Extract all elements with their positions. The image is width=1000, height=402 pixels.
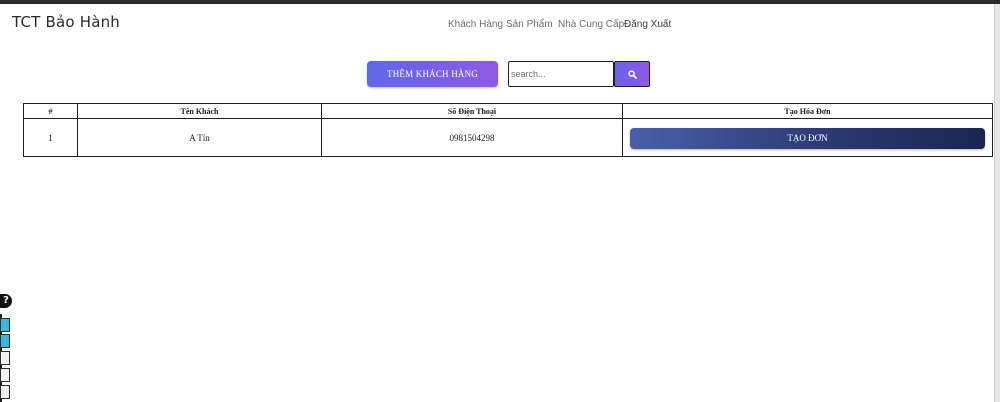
- nav-item-suppliers[interactable]: Nhà Cung Cấp: [558, 19, 624, 30]
- search-icon: [627, 69, 637, 79]
- column-header-invoice: Tạo Hóa Đơn: [622, 103, 993, 119]
- eye-icon[interactable]: [0, 318, 10, 332]
- cell-action: TẠO ĐƠN: [622, 118, 993, 157]
- brand-title[interactable]: TCT Bảo Hành: [12, 13, 120, 31]
- cell-phone: 0981504298: [321, 118, 623, 157]
- browser-top-strip: [0, 0, 1000, 4]
- cell-customer-name: A Tín: [77, 118, 322, 157]
- nav-item-products[interactable]: Sản Phẩm: [506, 19, 553, 30]
- column-header-index: #: [23, 103, 78, 119]
- eraser-icon[interactable]: [0, 385, 10, 399]
- create-invoice-button[interactable]: TẠO ĐƠN: [630, 127, 985, 149]
- add-customer-button[interactable]: THÊM KHÁCH HÀNG: [367, 61, 498, 87]
- nav-item-customers[interactable]: Khách Hàng: [448, 19, 503, 30]
- table-row: 1 A Tín 0981504298 TẠO ĐƠN: [23, 118, 993, 157]
- cell-index: 1: [23, 118, 78, 157]
- help-icon[interactable]: ?: [0, 294, 12, 308]
- side-tool-dock: ?: [0, 294, 14, 402]
- search-button[interactable]: [614, 61, 650, 87]
- vertical-scrollbar[interactable]: [994, 4, 1000, 402]
- pencil-icon[interactable]: [0, 351, 10, 365]
- cursor-icon[interactable]: [0, 334, 10, 348]
- table-header-row: # Tên Khách Số Điện Thoại Tạo Hóa Đơn: [23, 103, 993, 119]
- customer-table: # Tên Khách Số Điện Thoại Tạo Hóa Đơn 1 …: [23, 103, 993, 157]
- column-header-name: Tên Khách: [77, 103, 322, 119]
- column-header-phone: Số Điện Thoại: [321, 103, 623, 119]
- highlighter-icon[interactable]: [0, 368, 10, 382]
- nav-item-logout[interactable]: Đăng Xuất: [624, 19, 671, 30]
- search-input[interactable]: [508, 61, 614, 87]
